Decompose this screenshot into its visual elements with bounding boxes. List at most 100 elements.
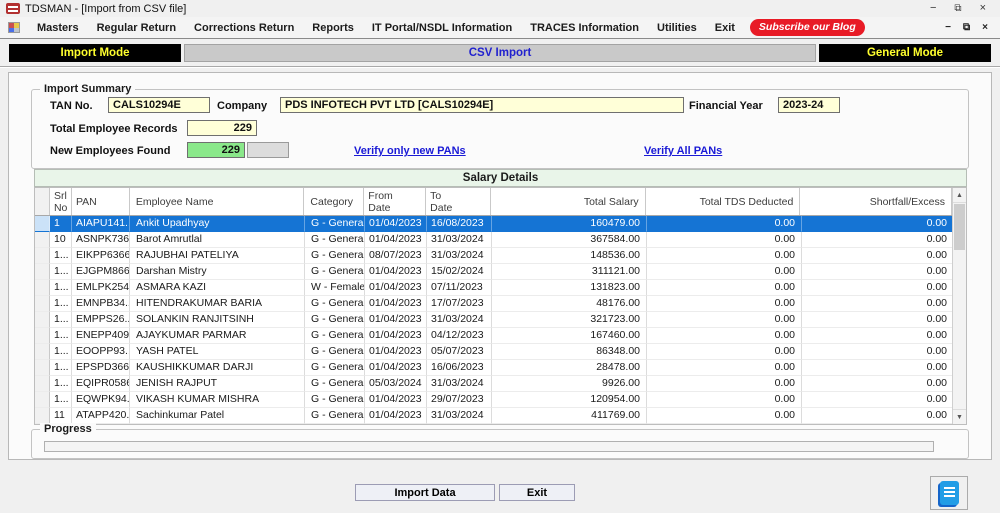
cell-total-salary: 148536.00	[492, 248, 647, 264]
row-selector[interactable]	[35, 280, 50, 296]
new-employees-label: New Employees Found	[50, 145, 170, 157]
minimize-icon[interactable]: −	[930, 3, 936, 14]
cell-shortfall: 0.00	[802, 376, 954, 392]
progress-group: Progress	[31, 429, 969, 459]
cell-srl: 1...	[50, 376, 72, 392]
subscribe-blog-button[interactable]: Subscribe our Blog	[750, 19, 865, 36]
header-srl-no[interactable]: Srl No	[50, 188, 72, 215]
table-row[interactable]: 1... EMPPS26... SOLANKIN RANJITSINH G - …	[35, 312, 966, 328]
row-selector[interactable]	[35, 312, 50, 328]
tab-import-mode[interactable]: Import Mode	[9, 44, 181, 62]
table-row[interactable]: 1... EIKPP6366J RAJUBHAI PATELIYA G - Ge…	[35, 248, 966, 264]
financial-year-label: Financial Year	[689, 100, 763, 112]
row-selector[interactable]	[35, 344, 50, 360]
header-category[interactable]: Category	[304, 188, 364, 215]
header-total-salary[interactable]: Total Salary	[491, 188, 646, 215]
cell-category: G - General	[305, 376, 365, 392]
financial-year-input[interactable]: 2023-24	[778, 97, 840, 113]
cell-total-salary: 160479.00	[492, 216, 647, 232]
cell-total-salary: 86348.00	[492, 344, 647, 360]
verify-all-pans-link[interactable]: Verify All PANs	[644, 145, 722, 157]
salary-table-header: Srl No PAN Employee Name Category From D…	[35, 188, 966, 216]
child-minimize-icon[interactable]: −	[945, 23, 951, 33]
cell-srl: 10	[50, 232, 72, 248]
child-close-icon[interactable]: ×	[982, 23, 988, 33]
scroll-up-icon[interactable]: ▲	[953, 188, 966, 203]
header-from-date[interactable]: From Date	[364, 188, 426, 215]
table-row[interactable]: 1... EPSPD366... KAUSHIKKUMAR DARJI G - …	[35, 360, 966, 376]
table-row[interactable]: 11 ATAPP420... Sachinkumar Patel G - Gen…	[35, 408, 966, 424]
menu-reports[interactable]: Reports	[303, 19, 363, 37]
cell-to-date: 29/07/2023	[427, 392, 492, 408]
header-shortfall[interactable]: Shortfall/Excess	[800, 188, 952, 215]
verify-new-pans-link[interactable]: Verify only new PANs	[354, 145, 466, 157]
table-row[interactable]: 1... EMNPB34... HITENDRAKUMAR BARIA G - …	[35, 296, 966, 312]
progress-title: Progress	[40, 423, 96, 435]
header-to-date[interactable]: To Date	[426, 188, 491, 215]
table-row[interactable]: 1... EQWPK94... VIKASH KUMAR MISHRA G - …	[35, 392, 966, 408]
tab-general-mode[interactable]: General Mode	[819, 44, 991, 62]
new-employees-value: 229	[187, 142, 245, 158]
cell-total-salary: 321723.00	[492, 312, 647, 328]
table-row[interactable]: 1... EJGPM866... Darshan Mistry G - Gene…	[35, 264, 966, 280]
row-selector[interactable]	[35, 264, 50, 280]
help-notes-button[interactable]	[930, 476, 968, 510]
cell-total-salary: 131823.00	[492, 280, 647, 296]
scrollbar-thumb[interactable]	[954, 204, 965, 250]
scroll-down-icon[interactable]: ▼	[953, 409, 966, 424]
cell-from-date: 01/04/2023	[365, 312, 427, 328]
close-icon[interactable]: ×	[980, 3, 986, 14]
header-total-tds[interactable]: Total TDS Deducted	[646, 188, 801, 215]
cell-total-salary: 367584.00	[492, 232, 647, 248]
cell-total-tds: 0.00	[647, 376, 802, 392]
table-row[interactable]: 1... ENEPP409... AJAYKUMAR PARMAR G - Ge…	[35, 328, 966, 344]
row-selector[interactable]	[35, 296, 50, 312]
company-input[interactable]: PDS INFOTECH PVT LTD [CALS10294E]	[280, 97, 684, 113]
cell-pan: EMNPB34...	[72, 296, 130, 312]
tan-input[interactable]: CALS10294E	[108, 97, 210, 113]
child-restore-icon[interactable]: ⧉	[963, 23, 970, 33]
header-pan[interactable]: PAN	[72, 188, 130, 215]
table-row[interactable]: 1... EOOPP93... YASH PATEL G - General 0…	[35, 344, 966, 360]
table-row[interactable]: 1... EQIPR0586L JENISH RAJPUT G - Genera…	[35, 376, 966, 392]
table-row[interactable]: 1 AIAPU141... Ankit Upadhyay G - General…	[35, 216, 966, 232]
company-label: Company	[217, 100, 267, 112]
row-selector[interactable]	[35, 376, 50, 392]
cell-total-tds: 0.00	[647, 360, 802, 376]
row-selector[interactable]	[35, 248, 50, 264]
cell-srl: 1...	[50, 360, 72, 376]
row-selector[interactable]	[35, 392, 50, 408]
table-row[interactable]: 1... EMLPK254... ASMARA KAZI W - Female …	[35, 280, 966, 296]
cell-from-date: 01/04/2023	[365, 296, 427, 312]
tan-label: TAN No.	[50, 100, 93, 112]
cell-to-date: 07/11/2023	[427, 280, 492, 296]
row-selector[interactable]	[35, 216, 50, 232]
cell-total-tds: 0.00	[647, 216, 802, 232]
menu-traces[interactable]: TRACES Information	[521, 19, 648, 37]
cell-employee-name: YASH PATEL	[130, 344, 305, 360]
row-selector[interactable]	[35, 360, 50, 376]
exit-button[interactable]: Exit	[499, 484, 575, 501]
restore-icon[interactable]: ⧉	[954, 3, 961, 14]
menu-bar: Masters Regular Return Corrections Retur…	[0, 17, 1000, 39]
table-row[interactable]: 10 ASNPK736... Barot Amrutlal G - Genera…	[35, 232, 966, 248]
row-selector[interactable]	[35, 232, 50, 248]
cell-to-date: 16/06/2023	[427, 360, 492, 376]
menu-exit[interactable]: Exit	[706, 19, 744, 37]
menu-regular-return[interactable]: Regular Return	[88, 19, 185, 37]
menu-corrections-return[interactable]: Corrections Return	[185, 19, 303, 37]
tab-csv-import[interactable]: CSV Import	[184, 44, 816, 62]
vertical-scrollbar[interactable]: ▲ ▼	[952, 188, 966, 424]
row-selector[interactable]	[35, 328, 50, 344]
import-data-button[interactable]: Import Data	[355, 484, 495, 501]
cell-total-tds: 0.00	[647, 408, 802, 424]
menu-it-portal-nsdl[interactable]: IT Portal/NSDL Information	[363, 19, 521, 37]
row-selector[interactable]	[35, 408, 50, 424]
cell-employee-name: Barot Amrutlal	[130, 232, 305, 248]
header-employee-name[interactable]: Employee Name	[130, 188, 305, 215]
import-summary-group: Import Summary TAN No. CALS10294E Compan…	[31, 89, 969, 169]
menu-utilities[interactable]: Utilities	[648, 19, 706, 37]
menu-masters[interactable]: Masters	[28, 19, 88, 37]
cell-employee-name: SOLANKIN RANJITSINH	[130, 312, 305, 328]
cell-from-date: 01/04/2023	[365, 280, 427, 296]
